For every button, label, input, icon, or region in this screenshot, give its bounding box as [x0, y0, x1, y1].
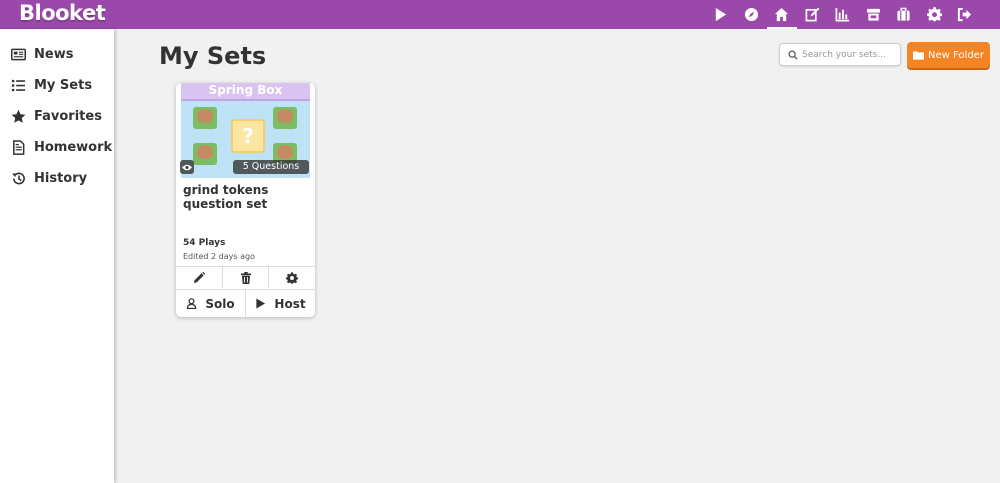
- pencil-icon: [193, 271, 205, 283]
- blooks-icon[interactable]: [889, 0, 920, 29]
- trash-icon: [240, 271, 251, 284]
- sidebar-item-label: My Sets: [34, 77, 93, 93]
- host-label: Host: [274, 296, 306, 311]
- blook-image: [193, 107, 217, 129]
- set-plays: 54 Plays: [183, 238, 226, 248]
- sidebar-item-news[interactable]: News: [0, 39, 114, 69]
- market-icon[interactable]: [858, 0, 889, 29]
- search-input[interactable]: [802, 46, 898, 63]
- sidebar-item-label: History: [34, 170, 88, 186]
- set-title: grind tokens question set: [183, 183, 269, 211]
- play-icon[interactable]: [706, 0, 737, 29]
- set-card[interactable]: Spring Box ? grind tokens question set 5…: [176, 83, 315, 317]
- edit-set-button[interactable]: [176, 267, 223, 288]
- sidebar-item-label: Favorites: [34, 108, 102, 124]
- compass-icon[interactable]: [736, 0, 767, 29]
- folder-icon: [913, 51, 925, 60]
- new-folder-button[interactable]: New Folder: [907, 42, 990, 68]
- logout-icon[interactable]: [950, 0, 981, 29]
- sidebar: News My Sets Favorites Homework History: [0, 29, 114, 483]
- top-nav: [706, 0, 981, 29]
- top-bar: Blooket: [0, 0, 1000, 29]
- user-icon: [187, 298, 197, 309]
- document-icon: [10, 139, 26, 155]
- home-icon[interactable]: [766, 0, 798, 29]
- settings-icon[interactable]: [919, 0, 950, 29]
- delete-set-button[interactable]: [223, 267, 270, 288]
- set-settings-button[interactable]: [269, 267, 315, 288]
- newspaper-icon: [10, 46, 26, 62]
- history-icon: [10, 170, 26, 186]
- gear-icon: [286, 271, 299, 284]
- visibility-eye-icon: [180, 160, 194, 174]
- search-icon: [788, 50, 798, 60]
- sidebar-item-label: Homework: [34, 139, 113, 155]
- sidebar-item-homework[interactable]: Homework: [0, 132, 114, 162]
- new-folder-label: New Folder: [928, 49, 984, 61]
- page-title: My Sets: [159, 42, 267, 70]
- sidebar-item-label: News: [34, 46, 74, 62]
- sidebar-item-history[interactable]: History: [0, 163, 114, 193]
- solo-label: Solo: [205, 296, 235, 311]
- sidebar-item-favorites[interactable]: Favorites: [0, 101, 114, 131]
- edit-icon[interactable]: [797, 0, 828, 29]
- blook-image: [273, 107, 297, 129]
- list-icon: [10, 77, 26, 93]
- search-box: [779, 43, 901, 66]
- set-edited: Edited 2 days ago: [183, 252, 255, 261]
- star-icon: [10, 108, 26, 124]
- question-count-badge: 5 Questions: [233, 160, 309, 174]
- mystery-box-image: ?: [231, 119, 265, 153]
- stats-icon[interactable]: [828, 0, 859, 29]
- cover-banner: Spring Box: [181, 83, 310, 101]
- solo-button[interactable]: Solo: [176, 290, 246, 317]
- host-button[interactable]: Host: [246, 290, 315, 317]
- set-action-row: [176, 266, 315, 288]
- play-icon: [256, 298, 266, 309]
- set-play-row: Solo Host: [176, 289, 315, 317]
- blook-image: [193, 143, 217, 165]
- blooket-logo[interactable]: Blooket: [19, 1, 106, 25]
- sidebar-item-my-sets[interactable]: My Sets: [0, 70, 114, 100]
